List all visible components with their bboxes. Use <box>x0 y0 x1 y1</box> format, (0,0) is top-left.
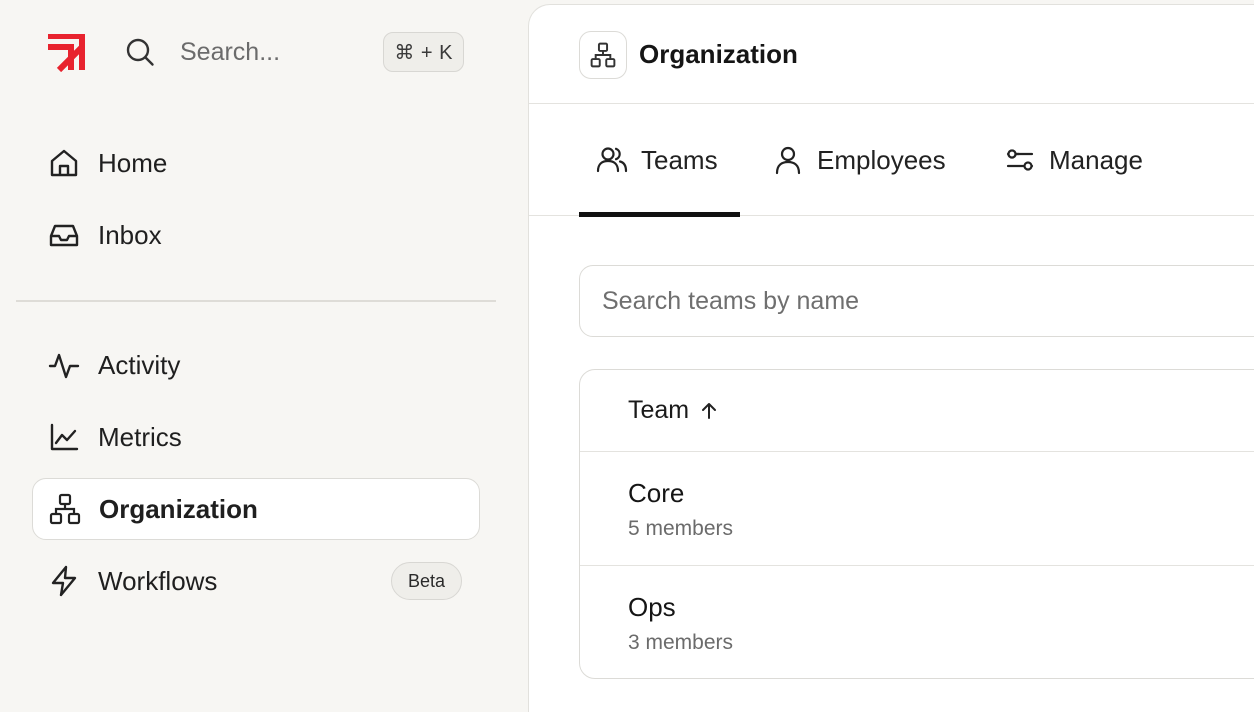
search-icon <box>124 36 156 68</box>
sidebar-item-label: Metrics <box>98 421 182 452</box>
org-chart-icon <box>579 31 627 79</box>
page-title: Organization <box>639 39 798 69</box>
beta-badge: Beta <box>390 562 462 600</box>
lightning-icon <box>48 563 84 599</box>
brand-logo[interactable] <box>46 34 86 72</box>
sidebar-nav-secondary: Activity Metrics Organization Workflows … <box>32 334 480 622</box>
page-header: Organization <box>529 5 1254 104</box>
sidebar-item-label: Workflows <box>98 565 218 596</box>
sidebar-item-organization[interactable]: Organization <box>32 478 480 540</box>
search-placeholder: Search... <box>180 37 281 66</box>
tab-label: Manage <box>1049 144 1143 175</box>
sliders-icon <box>1003 143 1037 177</box>
sidebar-item-workflows[interactable]: Workflows Beta <box>32 550 480 612</box>
tab-label: Employees <box>817 144 946 175</box>
tab-label: Teams <box>641 144 718 175</box>
sidebar-item-label: Organization <box>99 493 258 524</box>
sidebar-item-activity[interactable]: Activity <box>32 334 480 396</box>
org-chart-icon <box>49 491 85 527</box>
table-row[interactable]: Core 5 members <box>580 452 1254 566</box>
sidebar-item-home[interactable]: Home <box>32 132 480 194</box>
sidebar-item-inbox[interactable]: Inbox <box>32 204 480 266</box>
sidebar: Search... ⌘ + K Home Inbox Activity Metr… <box>0 0 530 712</box>
sidebar-divider <box>16 300 496 302</box>
sidebar-item-label: Inbox <box>98 219 162 250</box>
user-icon <box>771 143 805 177</box>
team-search-input[interactable] <box>579 265 1254 337</box>
team-name: Core <box>628 478 685 508</box>
global-search[interactable]: Search... ⌘ + K <box>124 30 464 74</box>
shortcut-hint: ⌘ + K <box>383 32 464 72</box>
sidebar-item-label: Activity <box>98 349 181 380</box>
tab-teams[interactable]: Teams <box>579 104 740 217</box>
table-row[interactable]: Ops 3 members <box>580 566 1254 678</box>
team-column-header[interactable]: Team <box>580 370 1254 452</box>
main-panel: Organization Teams Employees Manage Team <box>528 4 1254 712</box>
sidebar-nav-primary: Home Inbox <box>32 132 480 276</box>
team-member-count: 3 members <box>628 631 734 654</box>
column-header-label: Team <box>628 396 690 424</box>
tab-manage[interactable]: Manage <box>1003 104 1143 216</box>
team-member-count: 5 members <box>628 517 734 540</box>
chart-icon <box>48 419 84 455</box>
sort-ascending-icon <box>699 401 719 421</box>
teams-table: Team Core 5 members Ops 3 members <box>579 369 1254 679</box>
home-icon <box>48 145 84 181</box>
tab-employees[interactable]: Employees <box>771 104 946 216</box>
sidebar-item-label: Home <box>98 147 168 178</box>
users-icon <box>595 143 629 177</box>
team-name: Ops <box>628 592 676 622</box>
tab-bar: Teams Employees Manage <box>529 104 1254 217</box>
activity-icon <box>48 347 84 383</box>
inbox-icon <box>48 217 84 253</box>
sidebar-item-metrics[interactable]: Metrics <box>32 406 480 468</box>
